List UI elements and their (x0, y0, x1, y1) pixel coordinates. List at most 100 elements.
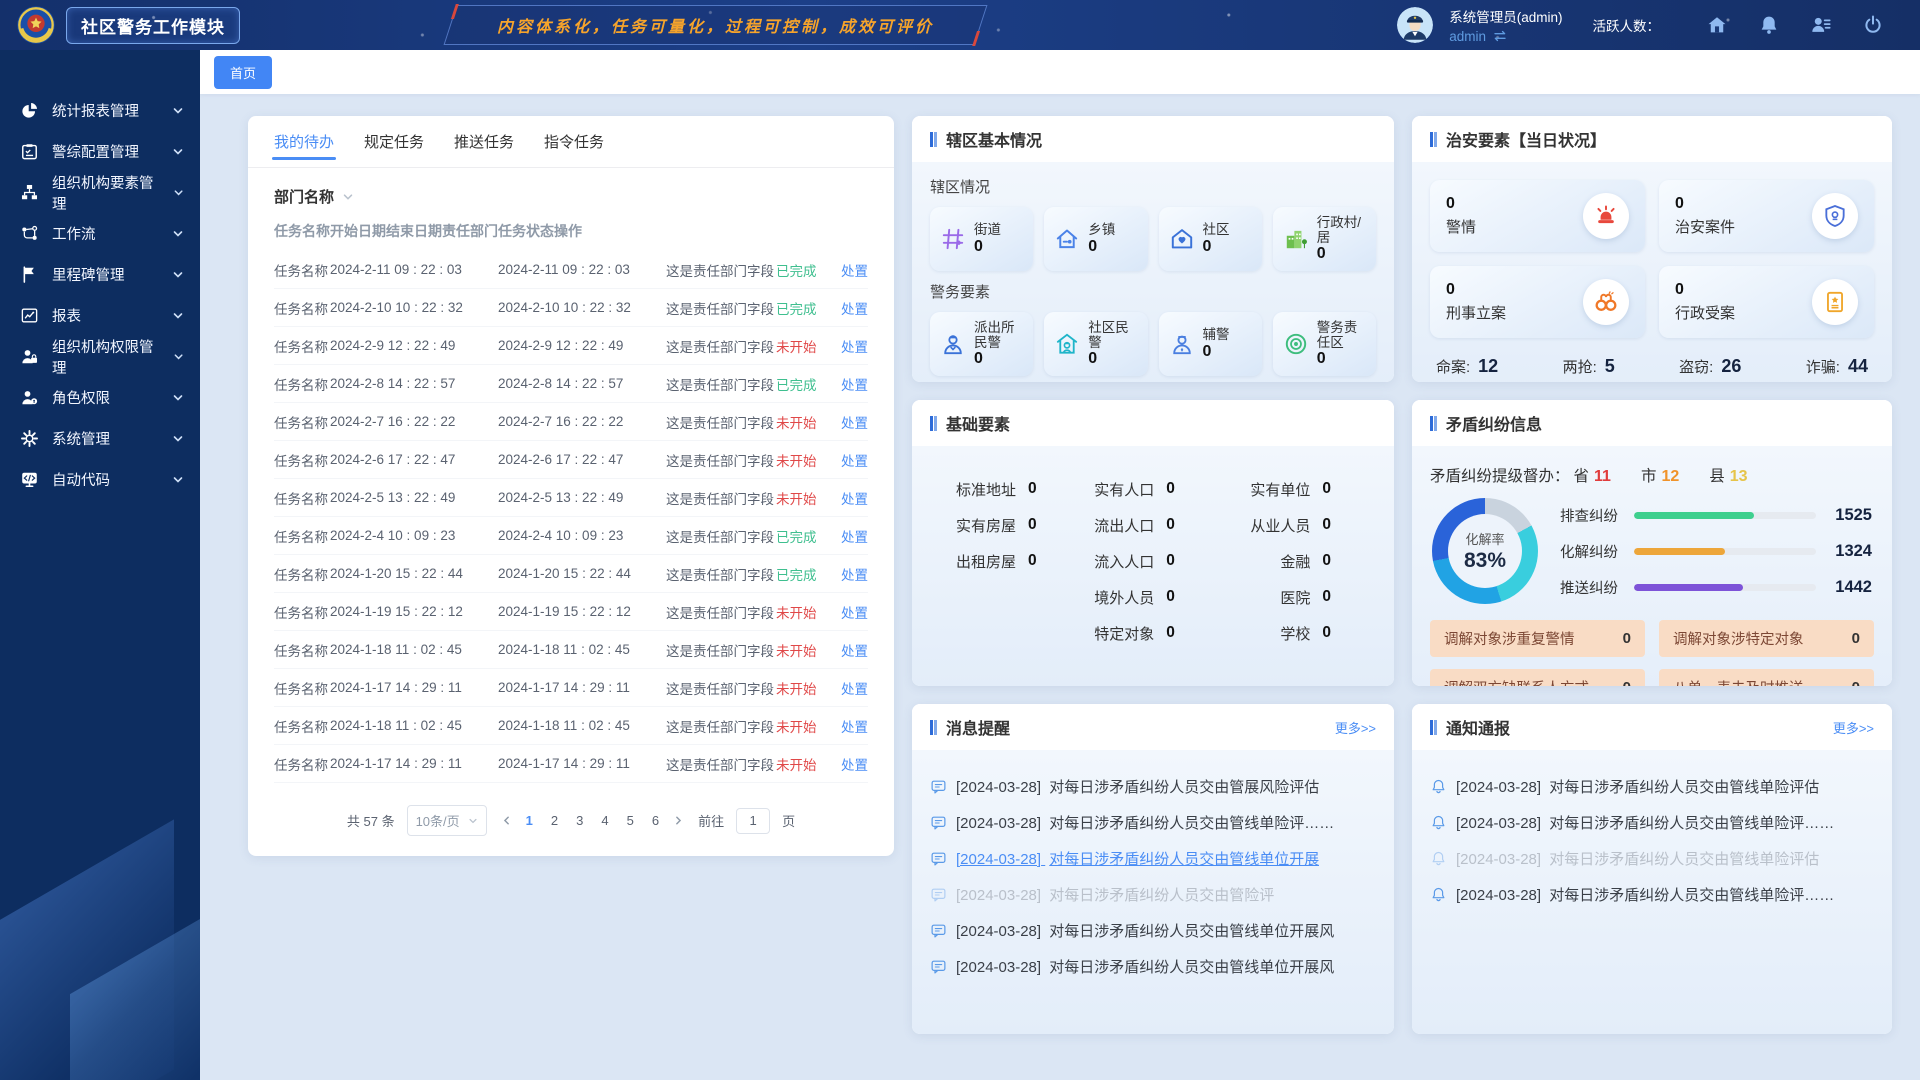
sidebar: 统计报表管理 警综配置管理 组织机构要素管理 工作流 里程碑管理 报表 (0, 50, 200, 1080)
status-badge: 未开始 (776, 602, 832, 622)
dispose-link[interactable]: 处置 (832, 526, 868, 546)
page-number[interactable]: 1 (526, 813, 533, 828)
next-page-button[interactable] (671, 815, 686, 826)
table-row: 任务名称 2024-2-9 12 : 22 : 49 2024-2-9 12 :… (274, 327, 868, 365)
basic-stat: 实有人口 0 (1068, 478, 1224, 500)
security-stat-tile[interactable]: 0 行政受案 (1659, 266, 1874, 338)
sidebar-item[interactable]: 里程碑管理 (0, 254, 200, 295)
zone-icon (1283, 331, 1309, 357)
dispute-filter-button[interactable]: 调解双方缺联系人方式 0 (1430, 669, 1645, 686)
home-button[interactable] (1706, 14, 1728, 36)
sidebar-item[interactable]: 统计报表管理 (0, 90, 200, 131)
dispose-link[interactable]: 处置 (832, 450, 868, 470)
task-tab[interactable]: 推送任务 (454, 116, 514, 167)
goto-page-input[interactable] (736, 808, 770, 834)
switch-user-icon (1492, 28, 1508, 44)
sidebar-item[interactable]: 报表 (0, 295, 200, 336)
task-table-body: 任务名称 2024-2-11 09 : 22 : 03 2024-2-11 09… (274, 251, 868, 783)
message-item[interactable]: [2024-03-28] 对每日涉矛盾纠纷人员交由管线单位开展风 (930, 950, 1376, 983)
home-icon (1706, 14, 1728, 36)
dispose-link[interactable]: 处置 (832, 564, 868, 584)
sidebar-item[interactable]: 警综配置管理 (0, 131, 200, 172)
sidebar-item[interactable]: 角色权限 (0, 377, 200, 418)
title-bar-icon (1430, 132, 1433, 147)
dispute-filter-button[interactable]: 调解对象涉重复警情 0 (1430, 620, 1645, 657)
stat-label: 警务责任区 (1317, 320, 1370, 350)
security-stat-tile[interactable]: 0 警情 (1430, 180, 1645, 252)
stat-tile[interactable]: 行政村/居 0 (1273, 207, 1376, 271)
home-tab[interactable]: 首页 (214, 56, 272, 89)
task-tab[interactable]: 指令任务 (544, 116, 604, 167)
start-date: 2024-2-8 14 : 22 : 57 (330, 376, 498, 391)
avatar[interactable] (1397, 7, 1433, 43)
sidebar-item[interactable]: 自动代码 (0, 459, 200, 500)
message-item[interactable]: [2024-03-28] 对每日涉矛盾纠纷人员交由管线单位开展 (930, 842, 1376, 875)
dispose-link[interactable]: 处置 (832, 260, 868, 280)
user-name-switch[interactable]: admin (1449, 28, 1562, 44)
dispute-filter-button[interactable]: 调解对象涉特定对象 0 (1659, 620, 1874, 657)
task-tab[interactable]: 规定任务 (364, 116, 424, 167)
sidebar-item[interactable]: 工作流 (0, 213, 200, 254)
sidebar-item[interactable]: 系统管理 (0, 418, 200, 459)
message-item[interactable]: [2024-03-28] 对每日涉矛盾纠纷人员交由管险评 (930, 878, 1376, 911)
security-stat-tile[interactable]: 0 治安案件 (1659, 180, 1874, 252)
page-number[interactable]: 3 (576, 813, 583, 828)
stat-tile[interactable]: 社区 0 (1159, 207, 1262, 271)
dispose-link[interactable]: 处置 (832, 602, 868, 622)
page-size-select[interactable]: 10条/页 (407, 805, 487, 836)
messages-more-link[interactable]: 更多>> (1335, 718, 1376, 737)
stat-value: 0 (1166, 624, 1175, 642)
page-number[interactable]: 6 (652, 813, 659, 828)
stat-value: 0 (1446, 195, 1476, 213)
dispose-link[interactable]: 处置 (832, 336, 868, 356)
notice-item[interactable]: [2024-03-28] 对每日涉矛盾纠纷人员交由管线单险评估 (1430, 842, 1874, 875)
task-tab[interactable]: 我的待办 (274, 116, 334, 167)
stat-value: 0 (1088, 350, 1141, 368)
dispose-link[interactable]: 处置 (832, 640, 868, 660)
stat-tile[interactable]: 辅警 0 (1159, 312, 1262, 376)
end-date: 2024-2-6 17 : 22 : 47 (498, 452, 666, 467)
stat-tile[interactable]: 社区民警 0 (1044, 312, 1147, 376)
notice-date: [2024-03-28] (1456, 815, 1541, 832)
sidebar-item[interactable]: 组织机构权限管理 (0, 336, 200, 377)
notice-item[interactable]: [2024-03-28] 对每日涉矛盾纠纷人员交由管线单险评…… (1430, 806, 1874, 839)
user-list-button[interactable] (1810, 14, 1832, 36)
task-name: 任务名称 (274, 602, 330, 622)
prev-page-button[interactable] (499, 815, 514, 826)
notice-item[interactable]: [2024-03-28] 对每日涉矛盾纠纷人员交由管线单险评…… (1430, 878, 1874, 911)
message-item[interactable]: [2024-03-28] 对每日涉矛盾纠纷人员交由管展风险评估 (930, 770, 1376, 803)
crime-stat: 盗窃:26 (1679, 356, 1741, 377)
stat-tile[interactable]: 街道 0 (930, 207, 1033, 271)
basic-stat: 流入人口 0 (1068, 550, 1224, 572)
page-number[interactable]: 4 (601, 813, 608, 828)
message-item[interactable]: [2024-03-28] 对每日涉矛盾纠纷人员交由管线单险评…… (930, 806, 1376, 839)
sidebar-item[interactable]: 组织机构要素管理 (0, 172, 200, 213)
dispose-link[interactable]: 处置 (832, 488, 868, 508)
notifications-button[interactable] (1758, 14, 1780, 36)
page-number[interactable]: 2 (551, 813, 558, 828)
security-stat-tile[interactable]: 0 刑事立案 (1430, 266, 1645, 338)
notice-item[interactable]: [2024-03-28] 对每日涉矛盾纠纷人员交由管线单险评估 (1430, 770, 1874, 803)
stat-label: 标准地址 (930, 479, 1016, 500)
dispose-link[interactable]: 处置 (832, 298, 868, 318)
stat-tile[interactable]: 警务责任区 0 (1273, 312, 1376, 376)
stat-label: 诈骗: (1806, 359, 1840, 376)
status-badge: 未开始 (776, 412, 832, 432)
pagination-total: 共 57 条 (347, 811, 395, 830)
department-filter[interactable]: 部门名称 (248, 168, 894, 211)
message-item[interactable]: [2024-03-28] 对每日涉矛盾纠纷人员交由管线单位开展风 (930, 914, 1376, 947)
notices-more-link[interactable]: 更多>> (1833, 718, 1874, 737)
logout-button[interactable] (1862, 14, 1884, 36)
stat-tile[interactable]: 乡镇 0 (1044, 207, 1147, 271)
stat-tile[interactable]: 派出所民警 0 (930, 312, 1033, 376)
dispose-link[interactable]: 处置 (832, 412, 868, 432)
page-number[interactable]: 5 (627, 813, 634, 828)
workflow-icon (20, 224, 39, 243)
dispute-filter-button[interactable]: 八单一表未及时推送 0 (1659, 669, 1874, 686)
dispose-link[interactable]: 处置 (832, 754, 868, 774)
message-text: 对每日涉矛盾纠纷人员交由管线单位开展风 (1049, 923, 1334, 940)
dispose-link[interactable]: 处置 (832, 678, 868, 698)
dispose-link[interactable]: 处置 (832, 716, 868, 736)
column-header: 结束日期 (386, 221, 442, 241)
dispose-link[interactable]: 处置 (832, 374, 868, 394)
